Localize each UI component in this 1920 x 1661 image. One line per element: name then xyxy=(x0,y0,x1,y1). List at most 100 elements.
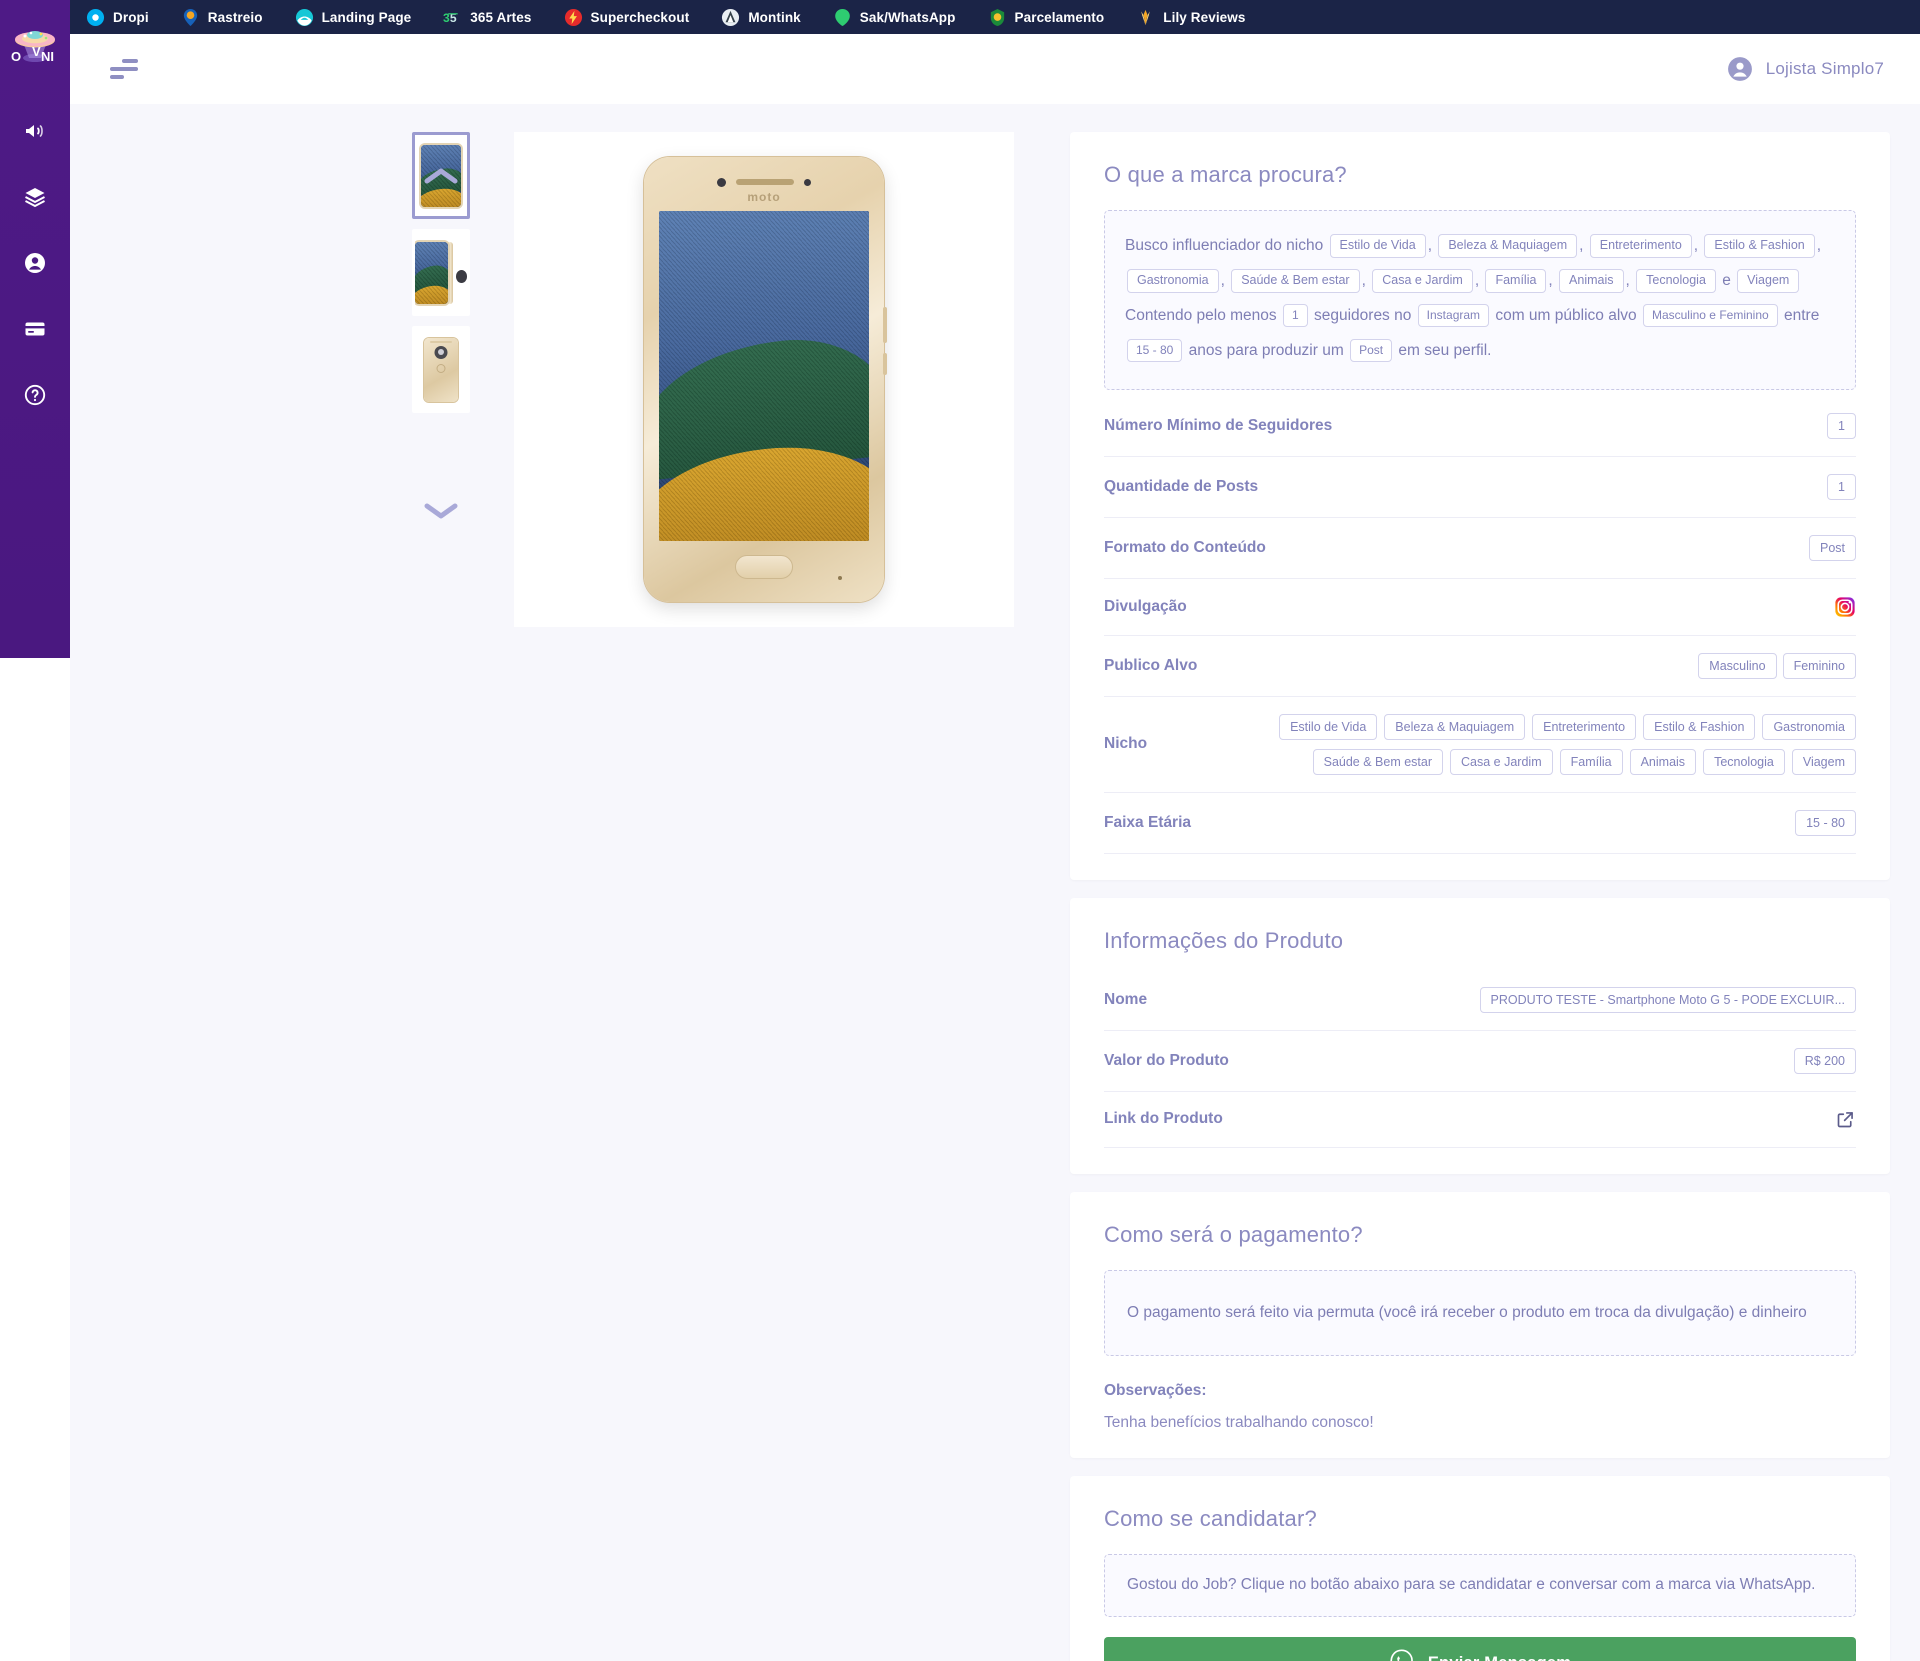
value-box: 1 xyxy=(1827,412,1856,439)
parcelamento-icon xyxy=(988,8,1007,27)
row-label: Link do Produto xyxy=(1104,1110,1223,1127)
row-value: Masculino Feminino xyxy=(1698,652,1856,679)
topnav-item-rastreio[interactable]: Rastreio xyxy=(165,0,279,34)
thumbnail-image xyxy=(415,135,467,216)
requirements-rows: Número Mínimo de Seguidores 1 Quantidade… xyxy=(1104,396,1856,854)
montink-icon xyxy=(721,8,740,27)
sidebar-item-ajuda[interactable] xyxy=(13,378,57,412)
niche-pill: Beleza & Maquiagem xyxy=(1438,234,1578,258)
sidebar-item-campanhas[interactable] xyxy=(13,114,57,148)
niche-pill: Estilo & Fashion xyxy=(1704,234,1815,258)
row-value: Post xyxy=(1808,534,1856,561)
topnav-item-parcelamento[interactable]: Parcelamento xyxy=(972,0,1121,34)
product-price-value: R$ 200 xyxy=(1793,1047,1856,1074)
summary-followers-suffix: seguidores no xyxy=(1313,306,1412,324)
credit-card-icon xyxy=(23,317,47,341)
row-value: R$ 200 xyxy=(1793,1047,1856,1074)
sidebar-item-conta[interactable] xyxy=(13,246,57,280)
thumbnail-list xyxy=(410,132,472,413)
audience-tag: Masculino xyxy=(1698,652,1777,679)
chevron-up-icon[interactable] xyxy=(415,135,467,216)
sidebar-item-pagamentos[interactable] xyxy=(13,312,57,346)
niche-tag: Gastronomia xyxy=(1762,713,1856,740)
comma: , xyxy=(1361,271,1366,289)
thumbnail-front[interactable] xyxy=(412,132,470,219)
rastreio-icon xyxy=(181,8,200,27)
row-value xyxy=(1835,1109,1856,1130)
thumbnail-angle[interactable] xyxy=(412,229,470,316)
niche-tag: Tecnologia xyxy=(1703,748,1785,775)
phone-illustration: moto xyxy=(644,157,887,602)
user-avatar-icon xyxy=(1727,56,1753,82)
chevron-down-icon[interactable] xyxy=(415,491,467,531)
external-link-icon[interactable] xyxy=(1835,1109,1856,1130)
main-product-image[interactable]: moto xyxy=(514,132,1014,627)
svg-text:O: O xyxy=(11,49,21,64)
sensor-dot xyxy=(804,178,811,186)
comma: , xyxy=(1474,271,1480,289)
niche-pill: Família xyxy=(1485,268,1547,293)
row-product-name: Nome PRODUTO TESTE - Smartphone Moto G 5… xyxy=(1104,970,1856,1031)
card-title: Como se candidatar? xyxy=(1104,1506,1317,1532)
user-menu[interactable]: Lojista Simplo7 xyxy=(1727,56,1884,82)
apply-description: Gostou do Job? Clique no botão abaixo pa… xyxy=(1104,1554,1856,1618)
content-area: moto O que a marca procura? Busco influe… xyxy=(70,104,1920,1661)
hamburger-line xyxy=(122,59,138,63)
topnav-item-supercheckout[interactable]: Supercheckout xyxy=(548,0,706,34)
summary-audience-prefix: com um público alvo xyxy=(1495,306,1637,324)
left-sidebar: O V NI xyxy=(0,0,70,658)
topnav-item-landing-page[interactable]: Landing Page xyxy=(279,0,428,34)
layers-icon xyxy=(23,185,47,209)
niche-tag: Beleza & Maquiagem xyxy=(1384,713,1526,740)
hamburger-line xyxy=(110,75,124,79)
topnav-label: Dropi xyxy=(113,9,149,25)
network-pill: Instagram xyxy=(1417,304,1490,328)
front-camera-dot xyxy=(717,177,726,187)
niche-pill: Viagem xyxy=(1737,268,1800,293)
value-box: Post xyxy=(1808,534,1856,561)
row-content-format: Formato do Conteúdo Post xyxy=(1104,518,1856,579)
product-name-value: PRODUTO TESTE - Smartphone Moto G 5 - PO… xyxy=(1479,986,1856,1013)
value-box: 1 xyxy=(1827,473,1856,500)
summary-prefix: Busco influenciador do nicho xyxy=(1125,237,1324,254)
niche-tag: Casa e Jardim xyxy=(1450,748,1553,775)
row-divulgacao: Divulgação xyxy=(1104,579,1856,636)
topnav-item-365-artes[interactable]: 35 365 Artes xyxy=(427,0,547,34)
thumbnail-image xyxy=(415,232,467,313)
min-followers-pill: 1 xyxy=(1282,304,1308,328)
apply-card: Como se candidatar? Gostou do Job? Cliqu… xyxy=(1070,1476,1890,1661)
topnav-item-dropi[interactable]: Dropi xyxy=(70,0,165,34)
row-label: Nome xyxy=(1104,990,1148,1008)
row-value: 1 xyxy=(1827,412,1856,439)
send-message-button[interactable]: Enviar Mensagem xyxy=(1104,1637,1856,1661)
row-label: Formato do Conteúdo xyxy=(1104,538,1266,556)
instagram-icon[interactable] xyxy=(1834,596,1856,618)
sidebar-item-produtos[interactable] xyxy=(13,180,57,214)
lily-reviews-icon xyxy=(1136,8,1155,27)
ovni-logo[interactable]: O V NI xyxy=(7,22,63,78)
mini-phone-back xyxy=(424,337,458,402)
niche-pill: Gastronomia xyxy=(1127,268,1219,293)
topnav-item-sak-whatsapp[interactable]: Sak/WhatsApp xyxy=(817,0,972,34)
row-label: Nicho xyxy=(1104,735,1148,752)
conjunction: e xyxy=(1722,271,1731,289)
value-box: 15 - 80 xyxy=(1795,809,1856,836)
row-value: 1 xyxy=(1827,473,1856,500)
top-app-bar: Dropi Rastreio Landing Page 35 365 Artes… xyxy=(0,0,1920,34)
brand-requirements-card: O que a marca procura? Busco influenciad… xyxy=(1070,132,1890,880)
comma: , xyxy=(1548,271,1553,289)
thumbnail-image xyxy=(415,329,467,410)
thumbnail-back[interactable] xyxy=(412,326,470,413)
svg-text:NI: NI xyxy=(41,49,54,64)
niche-tag: Saúde & Bem estar xyxy=(1312,748,1444,775)
product-info-card: Informações do Produto Nome PRODUTO TEST… xyxy=(1070,897,1890,1174)
card-title: Como será o pagamento? xyxy=(1104,1221,1363,1247)
hamburger-icon[interactable] xyxy=(110,58,140,80)
topnav-item-montink[interactable]: Montink xyxy=(705,0,816,34)
audience-pill: Masculino e Feminino xyxy=(1642,304,1778,328)
niche-pill: Estilo de Vida xyxy=(1329,234,1426,258)
topnav-label: Rastreio xyxy=(207,9,263,25)
topnav-item-lily-reviews[interactable]: Lily Reviews xyxy=(1120,0,1261,34)
niche-pill: Entreterimento xyxy=(1589,234,1692,258)
svg-text:V: V xyxy=(32,44,41,59)
